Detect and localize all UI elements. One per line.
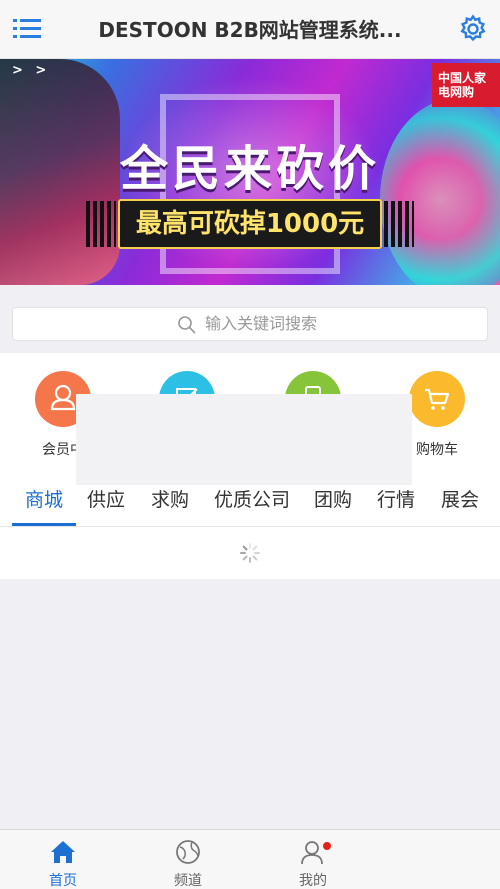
banner-arrows: > >: [12, 63, 51, 78]
home-icon: [51, 841, 75, 863]
top-header: DESTOON B2B网站管理系统...: [0, 0, 500, 59]
search-section: 输入关键词搜索: [0, 285, 500, 353]
banner-brand-badge: 中国人家电网购: [432, 63, 500, 107]
search-icon: [178, 316, 196, 334]
tab-supply[interactable]: 供应: [76, 485, 136, 527]
tab-market[interactable]: 行情: [366, 485, 426, 527]
cart-icon: [409, 371, 465, 427]
search-input[interactable]: 输入关键词搜索: [12, 307, 488, 341]
tab-mall[interactable]: 商城: [12, 485, 76, 527]
nav-mine[interactable]: 我的: [263, 830, 363, 889]
popup-overlay: [76, 394, 412, 485]
loading-spinner-icon: [240, 543, 260, 563]
tab-exhibition[interactable]: 展会: [430, 485, 490, 527]
search-placeholder: 输入关键词搜索: [205, 314, 318, 333]
nav-label: 我的: [299, 873, 327, 889]
gear-icon[interactable]: [458, 14, 488, 44]
tab-content: [0, 527, 500, 579]
tab-companies[interactable]: 优质公司: [206, 485, 298, 527]
tab-buy[interactable]: 求购: [140, 485, 200, 527]
nav-home[interactable]: 首页: [13, 830, 113, 889]
notification-badge: [323, 842, 331, 850]
banner-bars-right: [384, 201, 414, 247]
bottom-nav: 首页 频道 我的: [0, 829, 500, 889]
banner-headline: 全民来砍价: [119, 141, 380, 197]
banner-bars-left: [86, 201, 116, 247]
promo-banner[interactable]: > > 中国人家电网购 全民来砍价 最高可砍掉1000元: [0, 59, 500, 285]
nav-label: 频道: [174, 873, 202, 889]
tab-group-buy[interactable]: 团购: [304, 485, 362, 527]
active-tab-indicator: [12, 523, 76, 526]
user-icon: [301, 841, 323, 865]
page-title: DESTOON B2B网站管理系统...: [98, 18, 402, 42]
nav-channel[interactable]: 频道: [138, 830, 238, 889]
nav-label: 首页: [49, 873, 77, 889]
quick-links: 会员中 购物车: [0, 353, 500, 485]
globe-icon: [176, 840, 200, 864]
banner-subline: 最高可砍掉1000元: [118, 199, 382, 249]
menu-icon[interactable]: [13, 16, 41, 42]
category-tabs: 商城 供应 求购 优质公司 团购 行情 展会: [0, 485, 500, 527]
